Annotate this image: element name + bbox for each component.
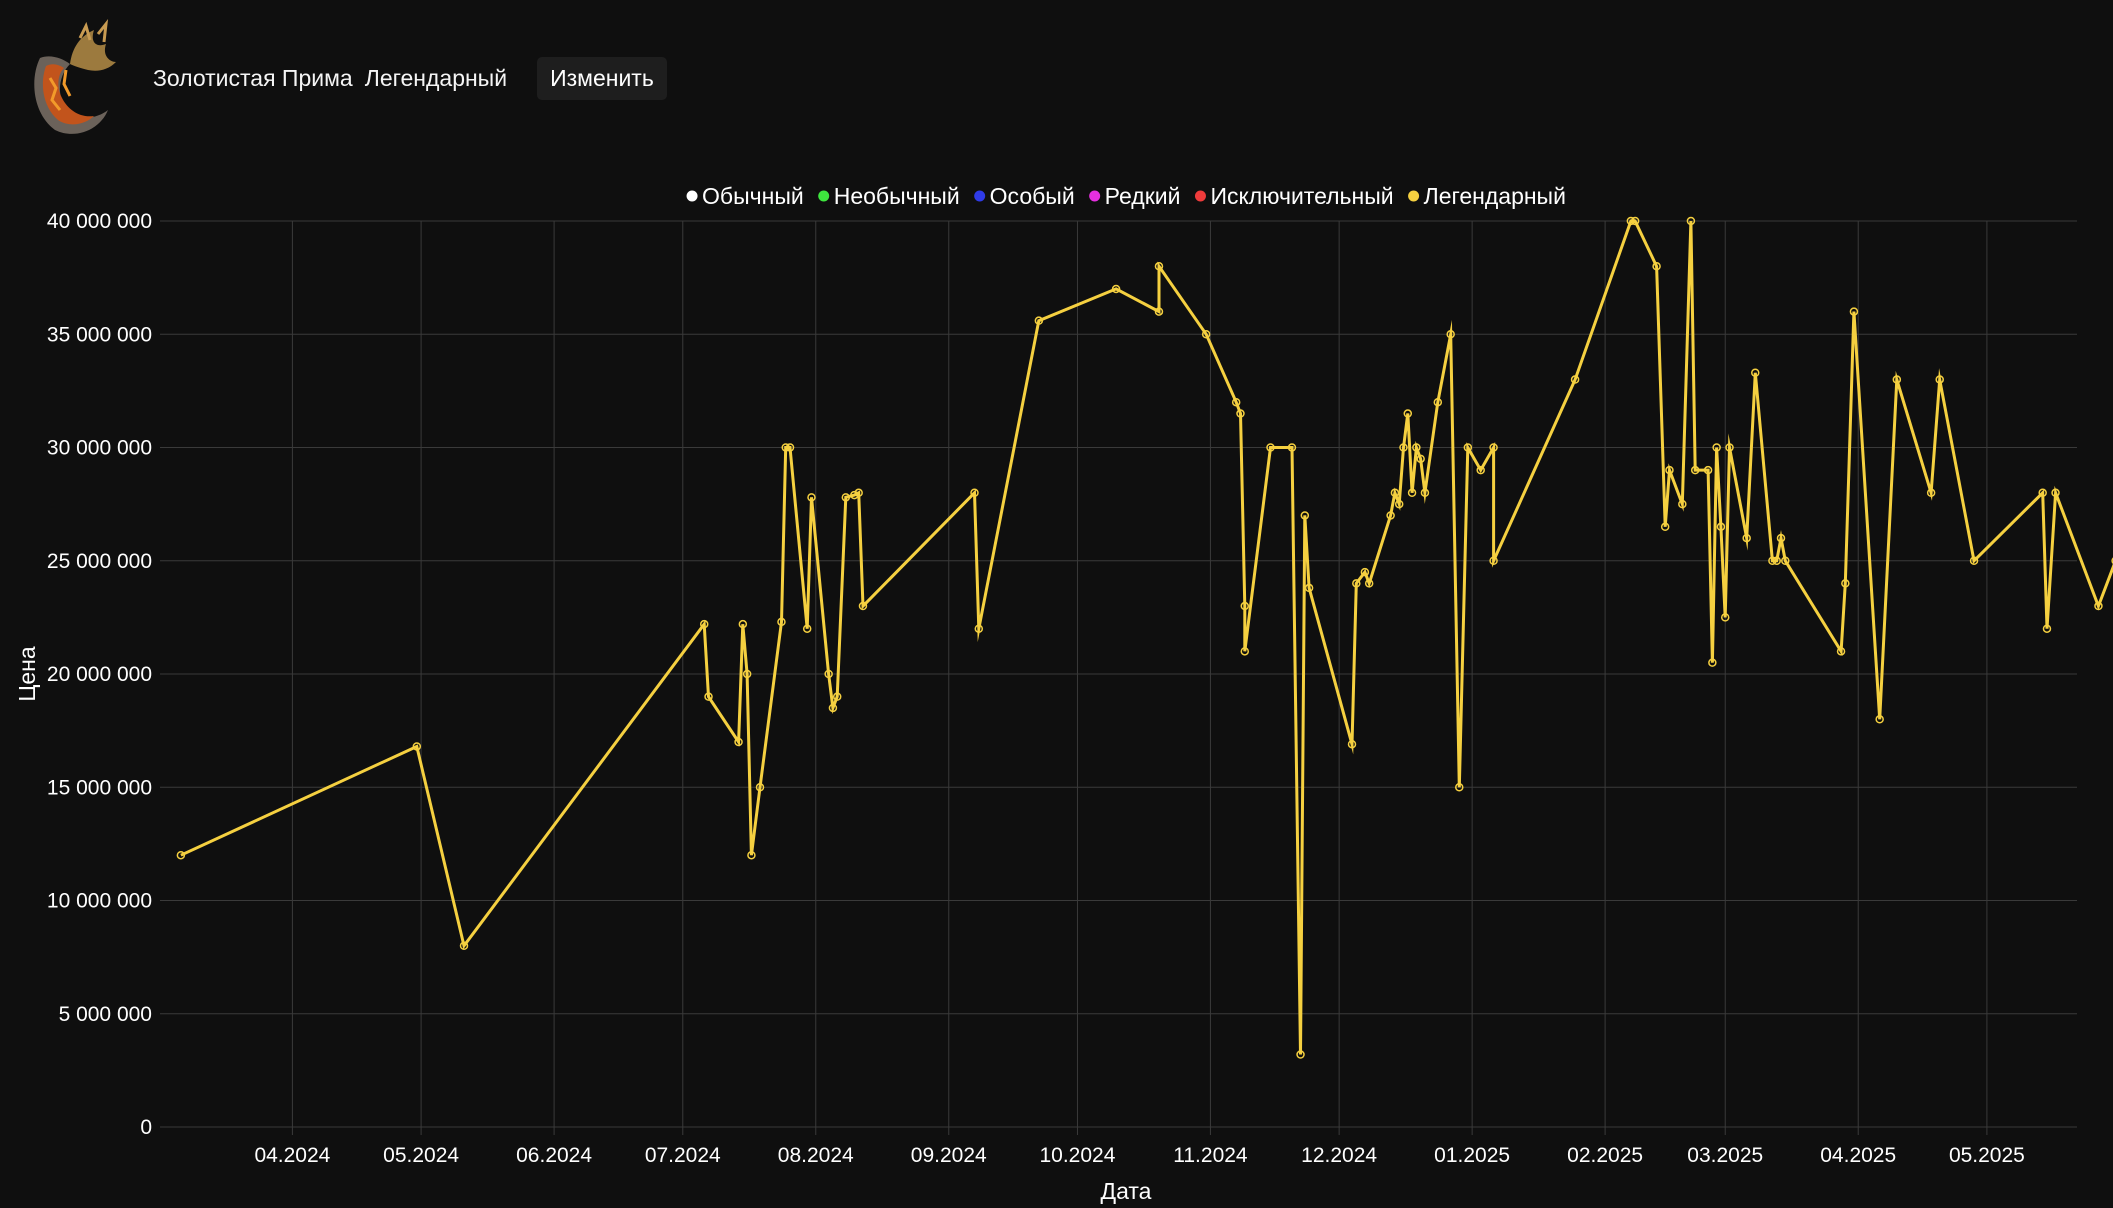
legend-label: Обычный — [702, 183, 804, 209]
legend-item[interactable]: Обычный — [686, 183, 804, 209]
legend-item[interactable]: Исключительный — [1194, 183, 1394, 209]
x-tick-label: 11.2024 — [1173, 1144, 1248, 1167]
x-axis-title: Дата — [1101, 1178, 1152, 1204]
y-tick-label: 30 000 000 — [47, 437, 152, 460]
x-tick-label: 07.2024 — [645, 1144, 721, 1167]
price-chart: Обычный Необычный Особый Редкий Исключительн… — [14, 183, 2113, 1204]
x-tick-label: 08.2024 — [778, 1144, 854, 1167]
y-tick-label: 5 000 000 — [59, 1003, 152, 1026]
x-tick-label: 02.2025 — [1567, 1144, 1643, 1167]
x-tick-label: 05.2025 — [1949, 1144, 2025, 1167]
y-tick-label: 0 — [140, 1116, 152, 1139]
legend-label: Исключительный — [1210, 183, 1393, 209]
legend-label: Редкий — [1105, 183, 1181, 209]
x-tick-label: 03.2025 — [1687, 1144, 1763, 1167]
chart-grid — [160, 220, 2077, 1135]
y-tick-label: 25 000 000 — [47, 550, 152, 573]
x-axis-ticks: 04.2024 05.2024 06.2024 07.2024 08.2024 09.20… — [254, 1144, 2024, 1167]
y-axis-title: Цена — [14, 646, 40, 702]
x-tick-label: 06.2024 — [516, 1144, 592, 1167]
legend-label: Легендарный — [1424, 183, 1566, 209]
legend-item[interactable]: Редкий — [1089, 183, 1180, 209]
price-history-page: Обычный Необычный Особый Редкий Исключительн… — [0, 0, 2113, 1208]
x-tick-label: 09.2024 — [911, 1144, 987, 1167]
legend-item[interactable]: Легендарный — [1408, 183, 1566, 209]
y-tick-label: 40 000 000 — [47, 210, 152, 233]
series-line — [180, 219, 2113, 1055]
x-tick-label: 04.2024 — [254, 1144, 330, 1167]
legend-marker — [1194, 190, 1206, 202]
y-tick-label: 10 000 000 — [47, 890, 152, 913]
x-tick-label: 10.2024 — [1039, 1144, 1115, 1167]
legend-item[interactable]: Необычный — [818, 183, 960, 209]
legend-marker — [974, 190, 986, 202]
legend-marker — [686, 190, 698, 202]
y-axis-ticks: 0 5 000 000 10 000 000 15 000 000 20 000 000… — [47, 210, 152, 1139]
x-tick-label: 01.2025 — [1434, 1144, 1510, 1167]
item-rarity: Легендарный — [364, 64, 508, 91]
legend-marker — [1408, 190, 1420, 202]
legend-item[interactable]: Особый — [974, 183, 1075, 209]
legend-label: Особый — [990, 183, 1075, 209]
x-tick-label: 12.2024 — [1301, 1144, 1377, 1167]
series-legendary — [176, 216, 2113, 1059]
item-name: Золотистая Прима — [153, 64, 353, 91]
legend-marker — [818, 190, 830, 202]
y-tick-label: 15 000 000 — [47, 776, 152, 799]
chart-legend: Обычный Необычный Особый Редкий Исключительн… — [686, 183, 1566, 209]
x-tick-label: 04.2025 — [1820, 1144, 1896, 1167]
y-tick-label: 20 000 000 — [47, 663, 152, 686]
edit-button[interactable]: Изменить — [537, 56, 667, 100]
fossil-item-icon — [34, 19, 116, 134]
legend-label: Необычный — [834, 183, 960, 209]
y-tick-label: 35 000 000 — [47, 323, 152, 346]
item-header: Золотистая Прима Легендарный Изменить — [20, 18, 667, 138]
x-tick-label: 05.2024 — [383, 1144, 459, 1167]
legend-marker — [1089, 190, 1101, 202]
